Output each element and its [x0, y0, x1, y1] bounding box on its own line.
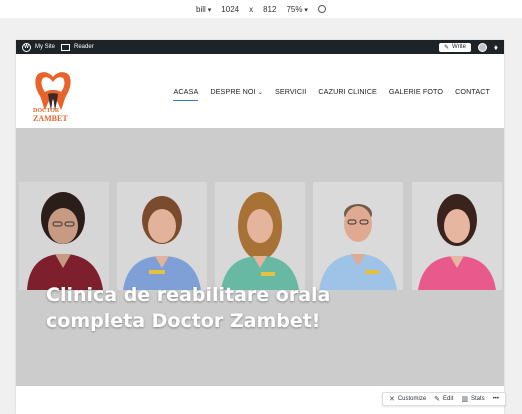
zoom-select[interactable]: 75% [286, 5, 307, 14]
device-toolbar: bill 1024 x 812 75% [0, 0, 522, 18]
more-button[interactable]: ••• [493, 396, 499, 402]
pencil-icon: ✎ [434, 396, 441, 403]
main-nav: ACASA DESPRE NOI ⌄ SERVICII CAZURI CLINI… [173, 87, 490, 101]
rotate-icon[interactable] [317, 5, 326, 13]
tools-icon: ✕ [388, 396, 395, 403]
hero-title-line-2: completa Doctor Zambet! [46, 310, 321, 332]
hero-title: Clinica de reabilitare orala completa Do… [46, 282, 466, 334]
my-site-link[interactable]: W My Site [22, 42, 56, 52]
logo-text: DOCTOR ZAMBET [33, 108, 68, 123]
site-frame: W My Site Reader ✎ Write ♦ DOCTOR ZAMBET… [16, 40, 504, 414]
edit-label: Edit [443, 396, 454, 402]
notifications-icon[interactable]: ♦ [494, 43, 498, 52]
team-photo-1 [19, 182, 109, 290]
reader-link[interactable]: Reader [61, 43, 94, 51]
team-photo-3 [215, 182, 305, 290]
nav-item-despre-noi[interactable]: DESPRE NOI ⌄ [210, 87, 263, 96]
logo-line-2: ZAMBET [33, 114, 68, 123]
team-photo-4 [313, 182, 403, 290]
height-field[interactable]: 812 [263, 5, 276, 14]
stats-label: Stats [471, 396, 485, 402]
team-photo-5 [412, 182, 502, 290]
write-label: Write [452, 44, 466, 50]
viewport-canvas: W My Site Reader ✎ Write ♦ DOCTOR ZAMBET… [0, 18, 522, 414]
reader-label: Reader [74, 44, 94, 50]
wordpress-icon: W [22, 42, 31, 52]
nav-item-servicii[interactable]: SERVICII [275, 87, 306, 96]
avatar[interactable] [477, 42, 487, 52]
site-actions-bar: ✕ Customize ✎ Edit ▥ Stats ••• [381, 392, 506, 406]
device-select[interactable]: bill [196, 5, 211, 14]
my-site-label: My Site [35, 44, 56, 50]
hero-section: Clinica de reabilitare orala completa Do… [16, 128, 504, 386]
team-photo-2 [117, 182, 207, 290]
nav-item-despre-noi-label: DESPRE NOI [210, 87, 256, 96]
nav-item-contact[interactable]: CONTACT [455, 87, 490, 96]
dimension-separator: x [249, 4, 254, 14]
nav-item-cazuri-clinice[interactable]: CAZURI CLINICE [318, 87, 377, 96]
reader-icon [61, 43, 71, 51]
write-button[interactable]: ✎ Write [438, 42, 471, 52]
customize-button[interactable]: ✕ Customize [389, 395, 426, 403]
width-field[interactable]: 1024 [221, 5, 239, 14]
stats-button[interactable]: ▥ Stats [461, 395, 484, 403]
edit-button[interactable]: ✎ Edit [434, 395, 453, 403]
chevron-down-icon: ⌄ [257, 90, 263, 96]
pencil-icon: ✎ [443, 44, 450, 51]
customize-label: Customize [397, 396, 427, 402]
bar-chart-icon: ▥ [461, 396, 468, 403]
admin-bar: W My Site Reader ✎ Write ♦ [16, 40, 504, 54]
site-header: DOCTOR ZAMBET ACASA DESPRE NOI ⌄ SERVICI… [16, 54, 504, 128]
nav-item-acasa[interactable]: ACASA [173, 87, 198, 101]
nav-item-galerie-foto[interactable]: GALERIE FOTO [389, 87, 443, 96]
hero-title-line-1: Clinica de reabilitare orala [46, 284, 331, 306]
